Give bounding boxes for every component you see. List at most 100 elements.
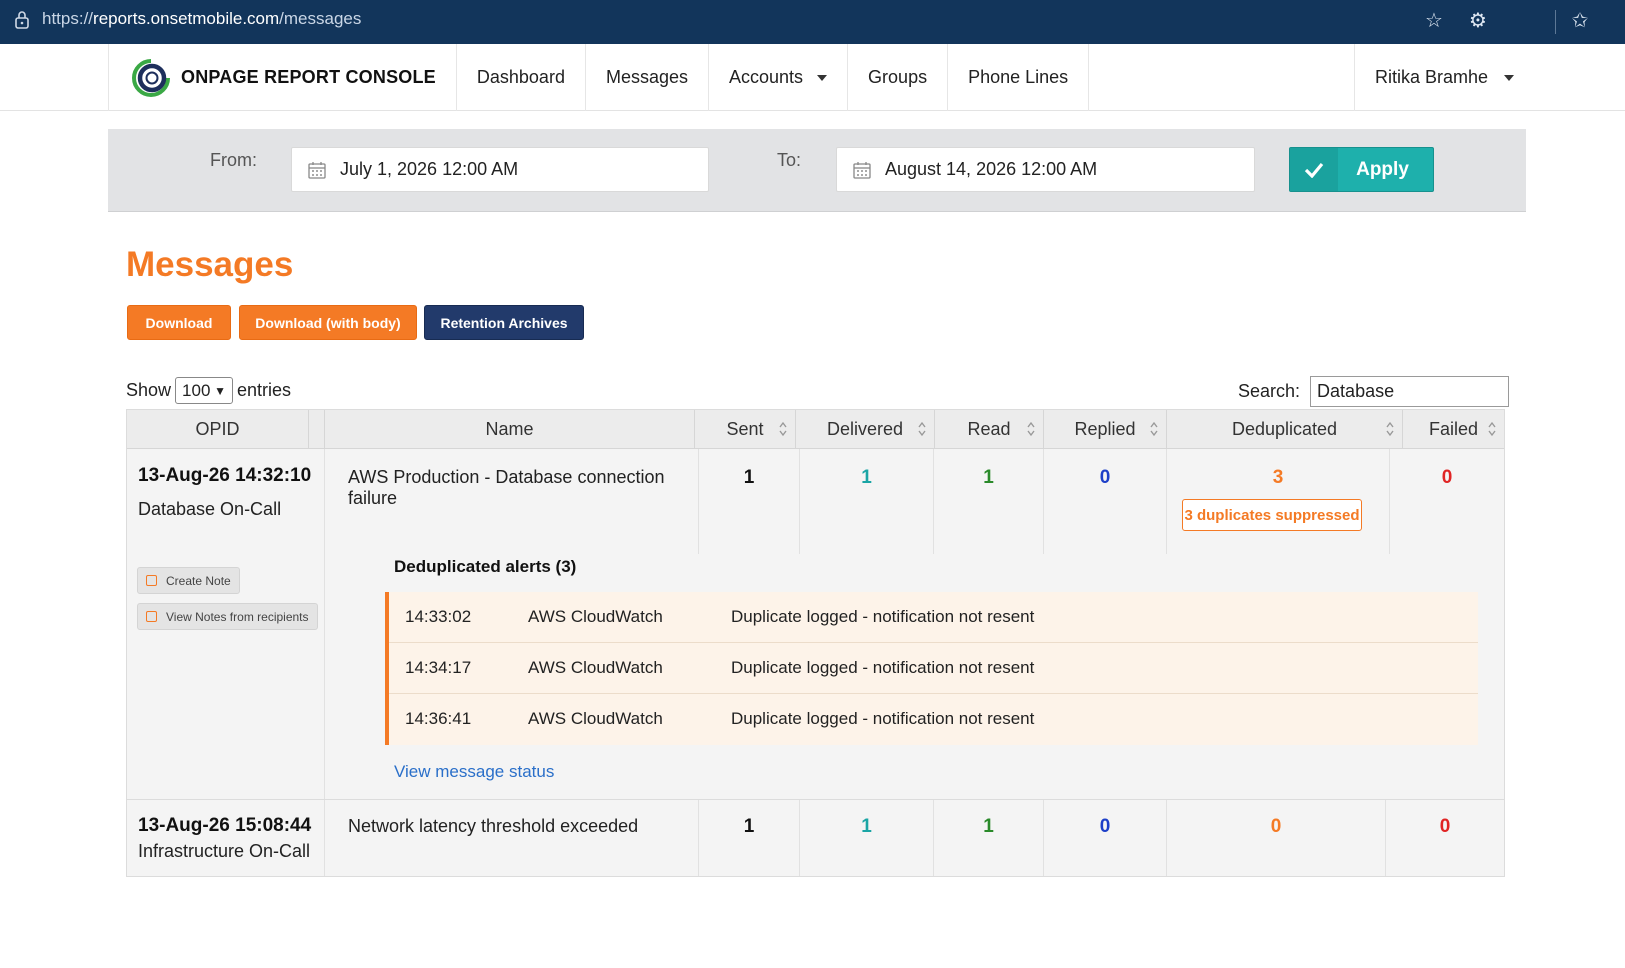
delivered-cell: 1	[800, 800, 934, 876]
sent-cell: 1	[699, 449, 800, 554]
favorites-icon[interactable]: ✩	[1567, 8, 1593, 34]
read-count: 1	[983, 816, 994, 837]
nav-groups[interactable]: Groups	[848, 44, 949, 111]
star-bookmark-icon[interactable]: ☆	[1421, 8, 1447, 34]
user-menu[interactable]: Ritika Bramhe	[1354, 44, 1534, 111]
nav-messages-label: Messages	[605, 67, 688, 87]
deduplicated-count: 3	[1272, 467, 1284, 488]
replied-cell: 0	[1044, 800, 1167, 876]
dedup-alert-item: 14:33:02 AWS CloudWatch Duplicate logged…	[389, 592, 1478, 643]
header-delivered-label: Delivered	[826, 419, 904, 439]
dedup-alert-item: 14:34:17 AWS CloudWatch Duplicate logged…	[389, 643, 1478, 694]
entries-value: 100	[182, 380, 211, 400]
sent-cell: 1	[699, 800, 800, 876]
sort-icon	[779, 421, 787, 437]
chevron-down-icon: ▼	[214, 384, 227, 398]
delivered-count: 1	[861, 467, 872, 488]
from-date-value: July 1, 2026 12:00 AM	[340, 159, 519, 179]
opid-time: 13-Aug-26 15:08:44	[138, 815, 312, 836]
header-opid[interactable]: OPID	[127, 410, 309, 449]
header-name-label: Name	[485, 419, 534, 439]
lock-icon	[15, 11, 29, 29]
header-sent-label: Sent	[726, 419, 764, 439]
sent-count: 1	[743, 467, 755, 488]
nav-accounts-label: Accounts	[729, 67, 804, 87]
to-date-input[interactable]: August 14, 2026 12:00 AM	[836, 147, 1255, 192]
dedup-source: AWS CloudWatch	[528, 658, 663, 677]
failed-count: 0	[1439, 816, 1451, 837]
from-date-input[interactable]: July 1, 2026 12:00 AM	[291, 147, 709, 192]
header-replied[interactable]: Replied	[1044, 410, 1167, 449]
view-notes-button[interactable]: View Notes from recipients	[137, 603, 318, 630]
search-area: Search:	[1238, 376, 1510, 407]
deduplicated-cell: 3 3 duplicates suppressed	[1167, 449, 1390, 554]
nav-messages[interactable]: Messages	[586, 44, 709, 111]
browser-address-bar: https://reports.onsetmobile.com/messages…	[0, 0, 1625, 44]
entries-select[interactable]: 100 ▼	[175, 377, 234, 404]
show-entries: Show 100 ▼ entries	[126, 377, 291, 404]
url-host: reports.onsetmobile.com	[93, 9, 280, 28]
header-sent[interactable]: Sent	[695, 410, 796, 449]
replied-cell: 0	[1044, 449, 1167, 554]
extensions-icon[interactable]: ⚙	[1465, 8, 1491, 34]
download-with-body-button[interactable]: Download (with body)	[239, 305, 417, 340]
brand-title: ONPAGE REPORT CONSOLE	[181, 67, 436, 87]
dedup-alerts-title: Deduplicated alerts (3)	[394, 557, 577, 576]
delivered-count: 1	[861, 816, 872, 837]
sort-icon	[1488, 421, 1496, 437]
opid-cell: 13-Aug-26 14:32:10 Database On-Call Crea…	[127, 449, 325, 799]
dedup-source: AWS CloudWatch	[528, 709, 663, 728]
retention-archives-button[interactable]: Retention Archives	[424, 305, 584, 340]
read-count: 1	[983, 467, 994, 488]
dedup-status: Duplicate logged - notification not rese…	[731, 658, 1035, 677]
nav-phone-lines[interactable]: Phone Lines	[948, 44, 1090, 111]
deduplicated-count: 0	[1270, 816, 1282, 837]
sort-icon	[1027, 421, 1035, 437]
entries-label: entries	[237, 380, 292, 400]
apply-button[interactable]: Apply	[1289, 147, 1434, 192]
nav-menu: ONPAGE REPORT CONSOLE Dashboard Messages…	[108, 44, 1090, 111]
view-message-status-link[interactable]: View message status	[394, 762, 554, 782]
table-row[interactable]: 13-Aug-26 15:08:44 Infrastructure On-Cal…	[127, 800, 1504, 876]
message-name: Network latency threshold exceeded	[348, 816, 639, 836]
message-name: AWS Production - Database connection fai…	[348, 467, 665, 508]
create-note-button[interactable]: Create Note	[137, 567, 240, 594]
download-button[interactable]: Download	[127, 305, 231, 340]
from-label: From:	[210, 150, 257, 170]
header-deduplicated[interactable]: Deduplicated	[1167, 410, 1403, 449]
search-input[interactable]	[1310, 376, 1510, 407]
header-spacer	[309, 410, 325, 449]
opid-time: 13-Aug-26 14:32:10	[138, 465, 312, 486]
opid-cell: 13-Aug-26 15:08:44 Infrastructure On-Cal…	[127, 800, 325, 876]
header-delivered[interactable]: Delivered	[796, 410, 935, 449]
sort-icon	[1386, 421, 1394, 437]
calendar-icon	[853, 161, 871, 179]
header-deduplicated-label: Deduplicated	[1231, 419, 1338, 439]
url-prefix: https://	[42, 9, 94, 28]
header-opid-label: OPID	[195, 419, 240, 439]
header-failed[interactable]: Failed	[1403, 410, 1504, 449]
header-name[interactable]: Name	[325, 410, 695, 449]
duplicates-suppressed-badge: 3 duplicates suppressed	[1182, 499, 1362, 531]
url-path: /messages	[279, 9, 362, 28]
create-note-label: Create Note	[166, 573, 231, 588]
apply-label: Apply	[1356, 158, 1409, 180]
to-label: To:	[777, 150, 802, 170]
dedup-time: 14:33:02	[405, 607, 472, 626]
show-label: Show	[126, 380, 172, 400]
sort-icon	[918, 421, 926, 437]
view-notes-label: View Notes from recipients	[166, 609, 309, 624]
dedup-source: AWS CloudWatch	[528, 607, 663, 626]
nav-groups-label: Groups	[868, 67, 928, 87]
check-icon	[1290, 148, 1338, 191]
brand[interactable]: ONPAGE REPORT CONSOLE	[109, 44, 457, 111]
header-read-label: Read	[967, 419, 1011, 439]
opid-group: Infrastructure On-Call	[138, 841, 311, 861]
note-icon	[146, 575, 157, 586]
sort-icon	[1150, 421, 1158, 437]
url-field[interactable]: https://reports.onsetmobile.com/messages	[42, 9, 361, 29]
deduplicated-cell: 0	[1167, 800, 1386, 876]
header-read[interactable]: Read	[935, 410, 1044, 449]
nav-accounts[interactable]: Accounts	[709, 44, 849, 111]
nav-dashboard[interactable]: Dashboard	[457, 44, 586, 111]
